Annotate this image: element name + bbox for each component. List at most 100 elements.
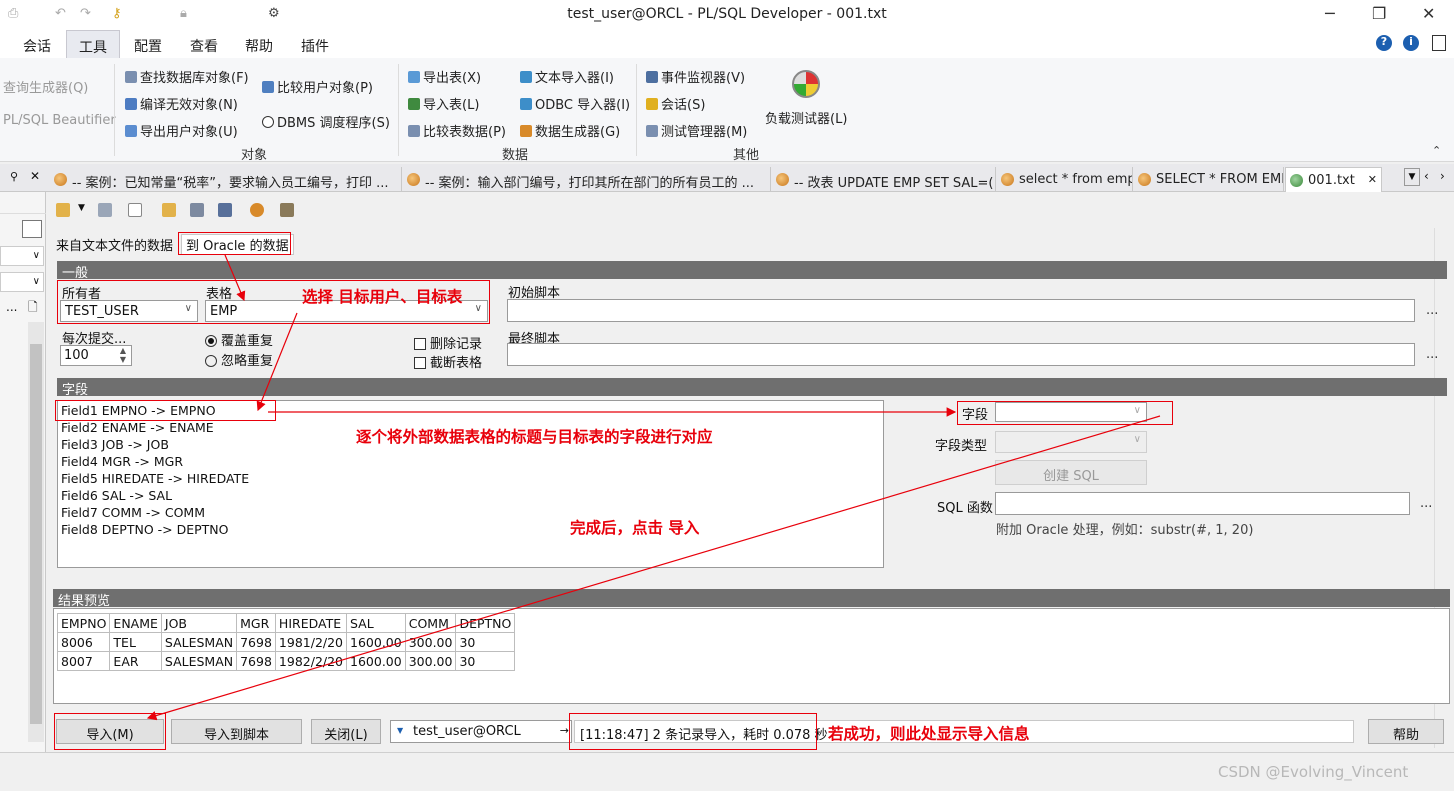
- result-preview-grid[interactable]: EMPNO ENAME JOB MGR HIREDATE SAL COMM DEPTNO 80…: [53, 608, 1450, 704]
- field-item-3[interactable]: Field3 JOB -> JOB: [61, 437, 169, 452]
- event-monitor-button[interactable]: 事件监视器(V): [646, 67, 745, 86]
- menu-tools[interactable]: 工具: [66, 30, 120, 58]
- field-item-8[interactable]: Field8 DEPTNO -> DEPTNO: [61, 522, 228, 537]
- menu-view[interactable]: 查看: [190, 36, 218, 56]
- doc-tab-5[interactable]: SELECT * FROM EMP;: [1134, 167, 1284, 192]
- commit-stepper[interactable]: 100 ▲ ▼: [60, 345, 132, 366]
- open-icon[interactable]: [56, 203, 70, 217]
- help-icon[interactable]: ?: [1376, 35, 1392, 51]
- left-panel-combo-2[interactable]: ∨: [0, 272, 44, 292]
- close-button[interactable]: 关闭(L): [311, 719, 381, 744]
- folder-icon[interactable]: [162, 203, 176, 217]
- field-item-4[interactable]: Field4 MGR -> MGR: [61, 454, 183, 469]
- load-tester-button[interactable]: 负载测试器(L): [765, 108, 847, 127]
- menu-session[interactable]: 会话: [23, 36, 51, 56]
- close-icon[interactable]: ✕: [1422, 4, 1435, 23]
- maximize-icon[interactable]: ❐: [1372, 4, 1386, 23]
- watermark: CSDN @Evolving_Vincent: [1218, 763, 1409, 781]
- odbc-importer-button[interactable]: ODBC 导入器(I): [520, 94, 630, 113]
- radio-overwrite[interactable]: 覆盖重复: [205, 330, 273, 349]
- checkbox-delete[interactable]: 删除记录: [414, 333, 482, 352]
- sql-function-more-button[interactable]: ...: [1420, 496, 1432, 511]
- dbms-scheduler-button[interactable]: DBMS 调度程序(S): [262, 112, 390, 131]
- doc-tab-active[interactable]: 001.txt ✕: [1285, 167, 1382, 192]
- find-db-objects-button[interactable]: 查找数据库对象(F): [125, 67, 249, 86]
- help-button[interactable]: 帮助: [1368, 719, 1444, 744]
- init-script-more-button[interactable]: ...: [1426, 303, 1438, 318]
- info-icon[interactable]: i: [1403, 35, 1419, 51]
- checkbox-truncate[interactable]: 截断表格: [414, 352, 482, 371]
- chevron-down-icon: ∨: [1133, 434, 1141, 445]
- left-panel-combo-1[interactable]: ∨: [0, 246, 44, 266]
- compare-table-data-button[interactable]: 比较表数据(P): [408, 121, 506, 140]
- dropdown-icon[interactable]: ▼: [78, 203, 85, 213]
- odbc-icon: [520, 98, 532, 110]
- scroll-right-icon[interactable]: ›: [1440, 169, 1445, 183]
- window-icon[interactable]: [1432, 35, 1446, 51]
- doc-tab-1[interactable]: -- 案例：已知常量“税率”，要求输入员工编号，打印 ...: [50, 167, 402, 192]
- find-objects-icon: [125, 71, 137, 83]
- left-panel-row: [0, 194, 46, 214]
- table-cell: SALESMAN: [160, 651, 238, 671]
- test-manager-button[interactable]: 测试管理器(M): [646, 121, 747, 140]
- db-icon[interactable]: [250, 203, 264, 217]
- field-type-select[interactable]: ∨: [995, 431, 1147, 453]
- compare-user-objects-button[interactable]: 比较用户对象(P): [262, 77, 373, 96]
- close-tab-icon[interactable]: ✕: [1368, 173, 1377, 186]
- more-icon[interactable]: ...: [6, 300, 17, 314]
- menu-help[interactable]: 帮助: [245, 36, 273, 56]
- radio-ignore[interactable]: 忽略重复: [205, 350, 273, 369]
- field-item-7[interactable]: Field7 COMM -> COMM: [61, 505, 205, 520]
- column-header: JOB: [160, 613, 238, 633]
- menu-config[interactable]: 配置: [134, 36, 162, 56]
- new-icon[interactable]: [128, 203, 142, 217]
- final-script-input[interactable]: [507, 343, 1415, 366]
- save-icon[interactable]: [190, 203, 204, 217]
- final-script-more-button[interactable]: ...: [1426, 347, 1438, 362]
- init-script-input[interactable]: [507, 299, 1415, 322]
- copy-icon[interactable]: [98, 203, 112, 217]
- scroll-left-icon[interactable]: ‹: [1424, 169, 1429, 183]
- table-cell: 8007: [56, 651, 111, 671]
- pin-icon[interactable]: ⚲: [10, 170, 18, 183]
- left-scrollbar[interactable]: [28, 322, 44, 742]
- close-panel-icon[interactable]: ✕: [30, 169, 40, 183]
- subtab-from-text[interactable]: 来自文本文件的数据: [56, 235, 173, 254]
- annotation-select-target: 选择 目标用户、目标表: [302, 288, 463, 306]
- doc-tab-3[interactable]: -- 改表 UPDATE EMP SET SAL=( ...: [772, 167, 996, 192]
- collapse-ribbon-icon[interactable]: ⌃: [1432, 144, 1441, 157]
- data-generator-button[interactable]: 数据生成器(G): [520, 121, 620, 140]
- column-header: COMM: [404, 613, 457, 633]
- annotation-box-import: [54, 713, 166, 750]
- sql-function-input[interactable]: [995, 492, 1410, 515]
- beautifier-button[interactable]: PL/SQL Beautifier: [3, 113, 116, 128]
- export-user-objects-button[interactable]: 导出用户对象(U): [125, 121, 238, 140]
- import-tables-button[interactable]: 导入表(L): [408, 94, 479, 113]
- arrow-right-icon: →: [559, 724, 569, 737]
- connection-select[interactable]: ▼ test_user@ORCL →: [390, 720, 572, 743]
- menu-plugins[interactable]: 插件: [301, 36, 329, 56]
- text-importer-button[interactable]: 文本导入器(I): [520, 67, 614, 86]
- sessions-button[interactable]: 会话(S): [646, 94, 705, 113]
- field-item-6[interactable]: Field6 SAL -> SAL: [61, 488, 172, 503]
- table-cell: 7698: [236, 651, 276, 671]
- annotation-box-status: [569, 713, 817, 750]
- new-doc-icon[interactable]: 🗋: [28, 298, 38, 319]
- load-tester-icon[interactable]: [792, 70, 820, 98]
- tools-icon[interactable]: [280, 203, 294, 217]
- minimize-icon[interactable]: ─: [1325, 4, 1335, 23]
- doc-tab-2[interactable]: -- 案例：输入部门编号，打印其所在部门的所有员工的 ...: [403, 167, 771, 192]
- field-item-5[interactable]: Field5 HIREDATE -> HIREDATE: [61, 471, 249, 486]
- tab-list-icon[interactable]: ▼: [1404, 168, 1420, 186]
- compile-invalid-button[interactable]: 编译无效对象(N): [125, 94, 238, 113]
- query-builder-button[interactable]: 查询生成器(Q): [3, 77, 88, 96]
- doc-tab-4[interactable]: select * from emp;: [997, 167, 1133, 192]
- section-fields: 字段: [57, 378, 1447, 398]
- left-panel-box[interactable]: [22, 220, 42, 238]
- save-as-icon[interactable]: [218, 203, 232, 217]
- field-item-2[interactable]: Field2 ENAME -> ENAME: [61, 420, 214, 435]
- create-sql-button[interactable]: 创建 SQL: [995, 460, 1147, 485]
- menu-bar: 会话 工具 配置 查看 帮助 插件 ? i: [0, 30, 1454, 58]
- export-tables-button[interactable]: 导出表(X): [408, 67, 481, 86]
- import-to-script-button[interactable]: 导入到脚本: [171, 719, 302, 744]
